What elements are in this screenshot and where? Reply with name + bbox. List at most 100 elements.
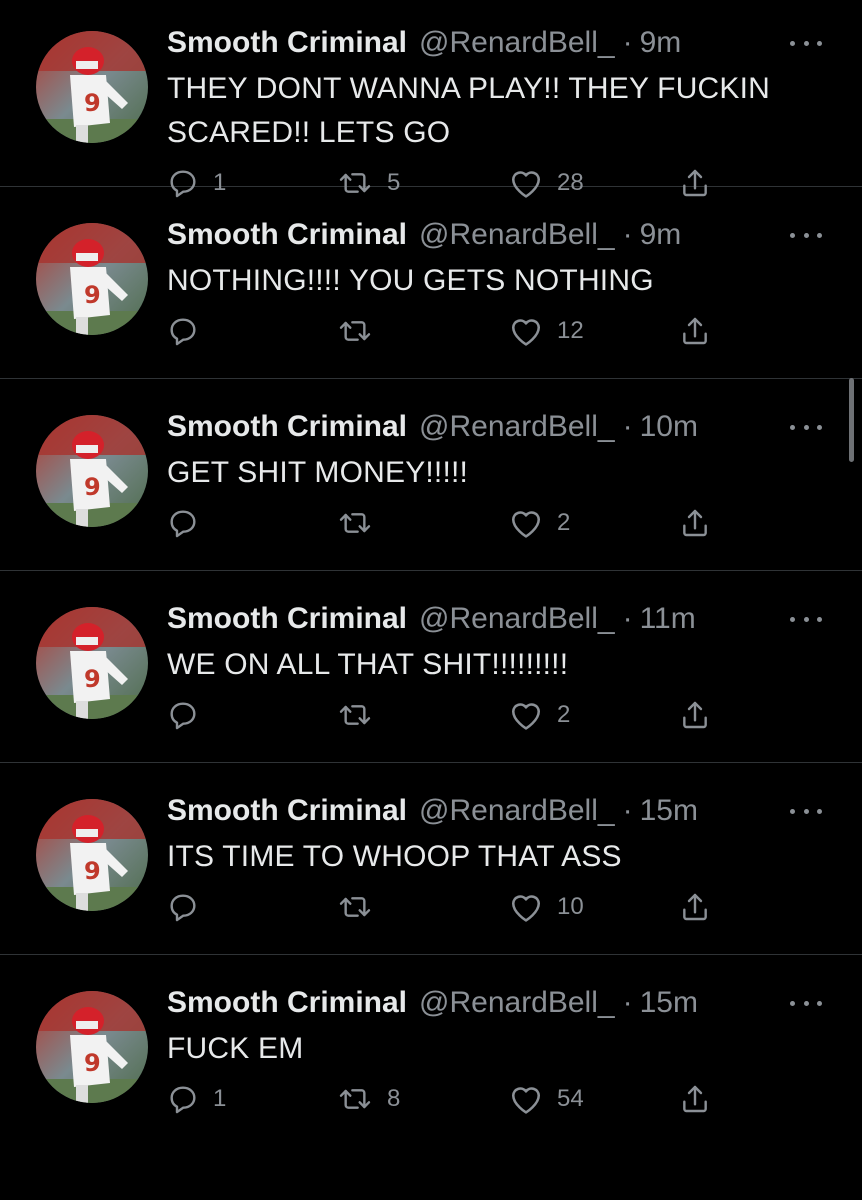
svg-text:9: 9 — [84, 665, 101, 693]
retweet-button[interactable] — [337, 695, 387, 735]
reply-button[interactable] — [167, 311, 213, 351]
author-handle[interactable]: @RenardBell_ — [419, 601, 615, 637]
author-name[interactable]: Smooth Criminal — [167, 409, 407, 445]
retweet-button[interactable]: 8 — [337, 1079, 400, 1119]
timestamp[interactable]: 10m — [640, 409, 698, 445]
reply-button[interactable]: 1 — [167, 1079, 226, 1119]
heart-icon — [511, 1087, 541, 1114]
avatar[interactable]: 9 — [36, 415, 148, 527]
like-button[interactable]: 12 — [509, 311, 584, 351]
timeline-feed: 9 Smooth Criminal @RenardBell_ · 9m THEY… — [0, 0, 862, 1147]
tweet-actions: 10 — [167, 887, 727, 927]
share-button[interactable] — [679, 695, 711, 735]
avatar[interactable]: 9 — [36, 799, 148, 911]
svg-text:9: 9 — [84, 857, 101, 885]
tweet-actions: 1 8 54 — [167, 1079, 727, 1119]
tweet-text: FUCK EM — [167, 1032, 304, 1065]
svg-text:9: 9 — [84, 473, 101, 501]
avatar[interactable]: 9 — [36, 223, 148, 335]
tweet[interactable]: 9 Smooth Criminal @RenardBell_ · 10m GET… — [0, 379, 862, 571]
tweet-text: THEY DONT WANNA PLAY!! THEY FUCKIN SCARE… — [167, 72, 771, 149]
author-handle[interactable]: @RenardBell_ — [419, 217, 615, 253]
author-handle[interactable]: @RenardBell_ — [419, 25, 615, 61]
svg-text:9: 9 — [84, 89, 101, 117]
reply-icon — [170, 1086, 196, 1114]
retweet-icon — [339, 897, 371, 917]
share-icon — [683, 1085, 707, 1113]
reply-count: 1 — [213, 1085, 227, 1112]
more-icon[interactable] — [790, 609, 822, 629]
retweet-icon — [339, 321, 371, 341]
retweet-icon — [339, 513, 371, 533]
tweet-text: WE ON ALL THAT SHIT!!!!!!!!! — [167, 648, 569, 681]
author-name[interactable]: Smooth Criminal — [167, 25, 407, 61]
avatar[interactable]: 9 — [36, 991, 148, 1103]
like-count: 2 — [557, 509, 571, 536]
share-button[interactable] — [679, 311, 711, 351]
author-handle[interactable]: @RenardBell_ — [419, 985, 615, 1021]
separator-dot: · — [622, 410, 633, 443]
retweet-button[interactable] — [337, 887, 387, 927]
like-button[interactable]: 10 — [509, 887, 584, 927]
tweet[interactable]: 9 Smooth Criminal @RenardBell_ · 9m THEY… — [0, 0, 862, 198]
like-button[interactable]: 54 — [509, 1079, 584, 1119]
timestamp[interactable]: 9m — [640, 25, 682, 61]
tweet[interactable]: 9 Smooth Criminal @RenardBell_ · 9m NOTH… — [0, 187, 862, 379]
more-icon[interactable] — [790, 33, 822, 53]
reply-button[interactable] — [167, 503, 213, 543]
timestamp[interactable]: 11m — [640, 601, 696, 637]
more-icon[interactable] — [790, 225, 822, 245]
tweet[interactable]: 9 Smooth Criminal @RenardBell_ · 15m ITS… — [0, 763, 862, 955]
share-icon — [683, 317, 707, 345]
retweet-button[interactable] — [337, 311, 387, 351]
share-icon — [683, 701, 707, 729]
reply-icon — [170, 510, 196, 538]
author-name[interactable]: Smooth Criminal — [167, 985, 407, 1021]
more-icon[interactable] — [790, 801, 822, 821]
retweet-count: 8 — [387, 1085, 401, 1112]
author-name[interactable]: Smooth Criminal — [167, 601, 407, 637]
heart-icon — [511, 511, 541, 538]
heart-icon — [511, 895, 541, 922]
like-count: 54 — [557, 1085, 584, 1112]
like-count: 10 — [557, 893, 584, 920]
tweet-actions: 2 — [167, 695, 727, 735]
tweet[interactable]: 9 Smooth Criminal @RenardBell_ · 15m FUC… — [0, 955, 862, 1147]
author-name[interactable]: Smooth Criminal — [167, 793, 407, 829]
reply-icon — [170, 894, 196, 922]
tweet[interactable]: 9 Smooth Criminal @RenardBell_ · 11m WE … — [0, 571, 862, 763]
share-button[interactable] — [679, 503, 711, 543]
share-button[interactable] — [679, 887, 711, 927]
tweet-actions: 2 — [167, 503, 727, 543]
avatar[interactable]: 9 — [36, 31, 148, 143]
scrollbar[interactable] — [849, 378, 854, 462]
like-count: 2 — [557, 701, 571, 728]
separator-dot: · — [622, 602, 633, 635]
reply-button[interactable] — [167, 695, 213, 735]
timestamp[interactable]: 15m — [640, 793, 698, 829]
separator-dot: · — [622, 26, 633, 59]
share-icon — [683, 509, 707, 537]
avatar[interactable]: 9 — [36, 607, 148, 719]
separator-dot: · — [622, 794, 633, 827]
heart-icon — [511, 319, 541, 346]
timestamp[interactable]: 15m — [640, 985, 698, 1021]
reply-button[interactable] — [167, 887, 213, 927]
retweet-button[interactable] — [337, 503, 387, 543]
share-button[interactable] — [679, 1079, 711, 1119]
tweet-text: GET SHIT MONEY!!!!! — [167, 456, 469, 489]
tweet-actions: 12 — [167, 311, 727, 351]
author-handle[interactable]: @RenardBell_ — [419, 793, 615, 829]
more-icon[interactable] — [790, 417, 822, 437]
svg-text:9: 9 — [84, 1049, 101, 1077]
timestamp[interactable]: 9m — [640, 217, 682, 253]
like-button[interactable]: 2 — [509, 503, 570, 543]
author-handle[interactable]: @RenardBell_ — [419, 409, 615, 445]
like-count: 12 — [557, 317, 584, 344]
author-name[interactable]: Smooth Criminal — [167, 217, 407, 253]
like-button[interactable]: 2 — [509, 695, 570, 735]
retweet-icon — [339, 1089, 371, 1109]
tweet-header: Smooth Criminal @RenardBell_ · 9m — [167, 217, 792, 253]
separator-dot: · — [622, 218, 633, 251]
more-icon[interactable] — [790, 993, 822, 1013]
